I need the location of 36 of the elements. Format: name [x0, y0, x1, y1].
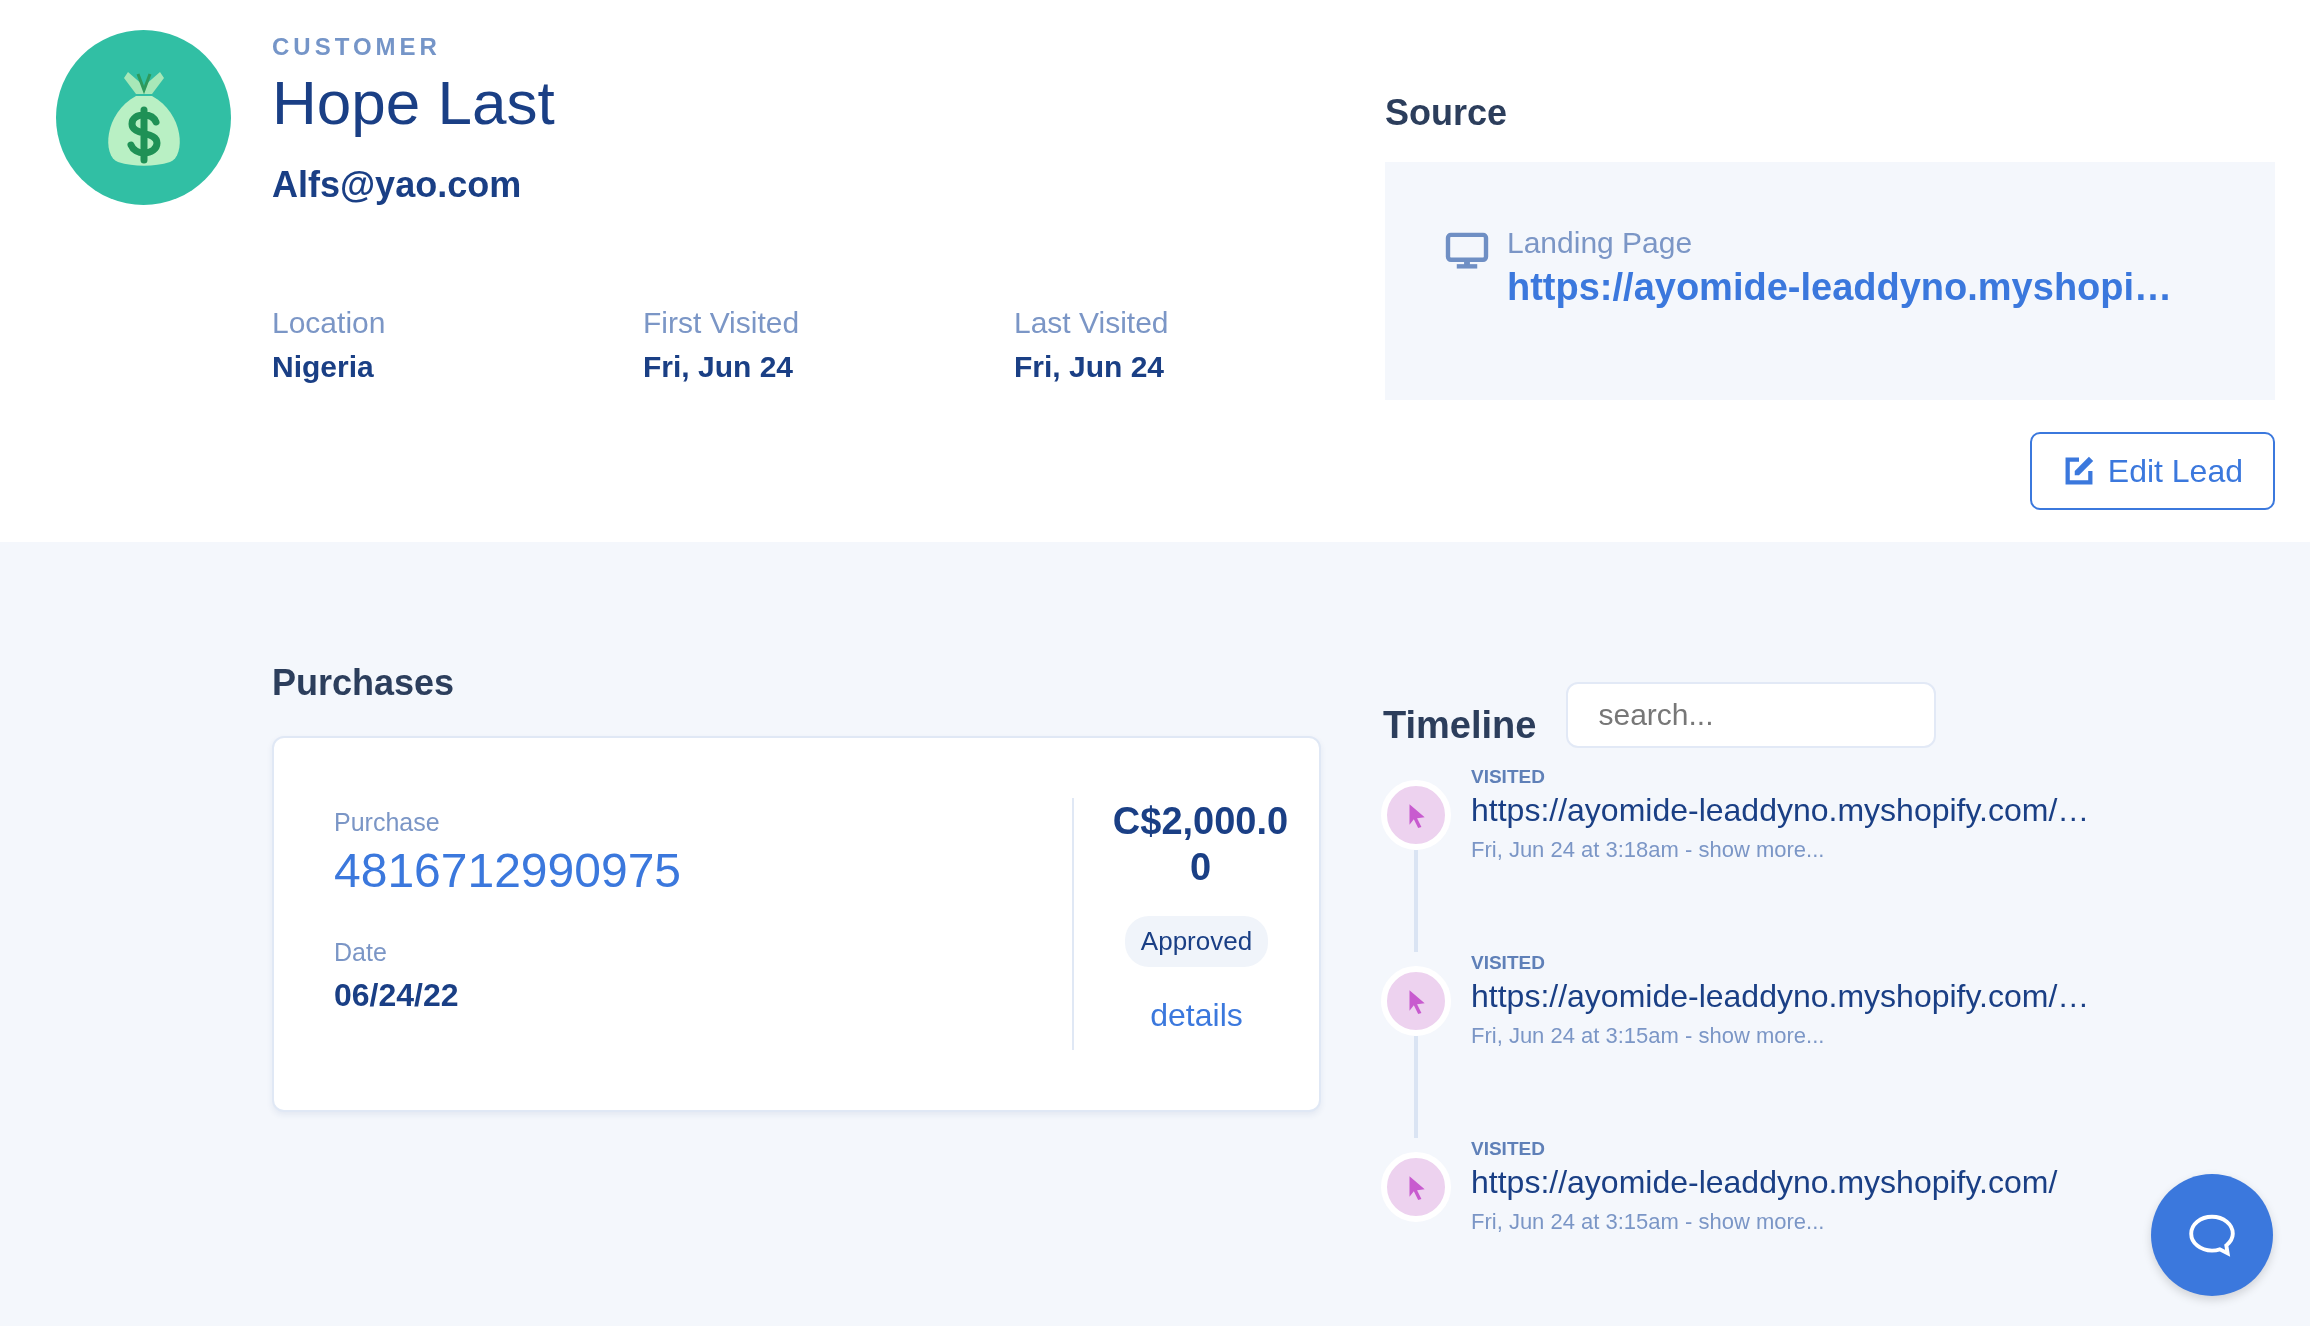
event-time: Fri, Jun 24 at 3:15am - — [1471, 1023, 1694, 1048]
fact-label: First Visited — [643, 306, 801, 340]
event-time: Fri, Jun 24 at 3:18am - — [1471, 837, 1694, 862]
edit-lead-button[interactable]: Edit Lead — [2029, 432, 2275, 510]
event-time: Fri, Jun 24 at 3:15am - — [1471, 1209, 1694, 1234]
section-title: Source — [1385, 92, 1509, 134]
event-type: VISITED — [1471, 1138, 1546, 1160]
purchase-amount: C$2,000.00 — [1111, 799, 1290, 890]
event-url-link[interactable]: https://ayomide-leaddyno.myshopify.com/… — [1471, 792, 2090, 829]
date-label: Date — [334, 938, 388, 967]
section-title: Purchases — [272, 662, 456, 704]
show-more-link[interactable]: show more... — [1698, 1209, 1825, 1234]
purchase-number-link[interactable]: 4816712990975 — [334, 843, 1072, 898]
status-badge: Approved — [1124, 916, 1269, 967]
purchase-date: 06/24/22 — [334, 977, 460, 1014]
customer-email: Alfs@yao.com — [272, 164, 523, 206]
monitor-icon — [1445, 232, 1489, 270]
section-title: Timeline — [1383, 703, 1537, 747]
event-url-link[interactable]: https://ayomide-leaddyno.myshopify.com/ — [1471, 1164, 2058, 1201]
fact-value: Nigeria — [272, 350, 375, 384]
event-url-link[interactable]: https://ayomide-leaddyno.myshopify.com/… — [1471, 978, 2090, 1015]
fact-label: Last Visited — [1014, 306, 1170, 340]
fact-label: Location — [272, 306, 387, 340]
source-label: Landing Page — [1507, 226, 1694, 260]
fact-value: Fri, Jun 24 — [1014, 350, 1166, 384]
search-field[interactable]: search... — [1566, 682, 1937, 748]
details-link[interactable]: details — [1150, 997, 1243, 1034]
purchase-label: Purchase — [334, 808, 441, 837]
event-type: VISITED — [1471, 766, 1546, 788]
customer-name: Hope Last — [272, 67, 556, 138]
event-type: VISITED — [1471, 952, 1546, 974]
fact-value: Fri, Jun 24 — [643, 350, 795, 384]
show-more-link[interactable]: show more... — [1698, 837, 1825, 862]
customer-label: CUSTOMER — [272, 33, 442, 61]
show-more-link[interactable]: show more... — [1698, 1023, 1825, 1048]
landing-page-link[interactable]: https://ayomide-leaddyno.myshopi… — [1507, 266, 2173, 309]
